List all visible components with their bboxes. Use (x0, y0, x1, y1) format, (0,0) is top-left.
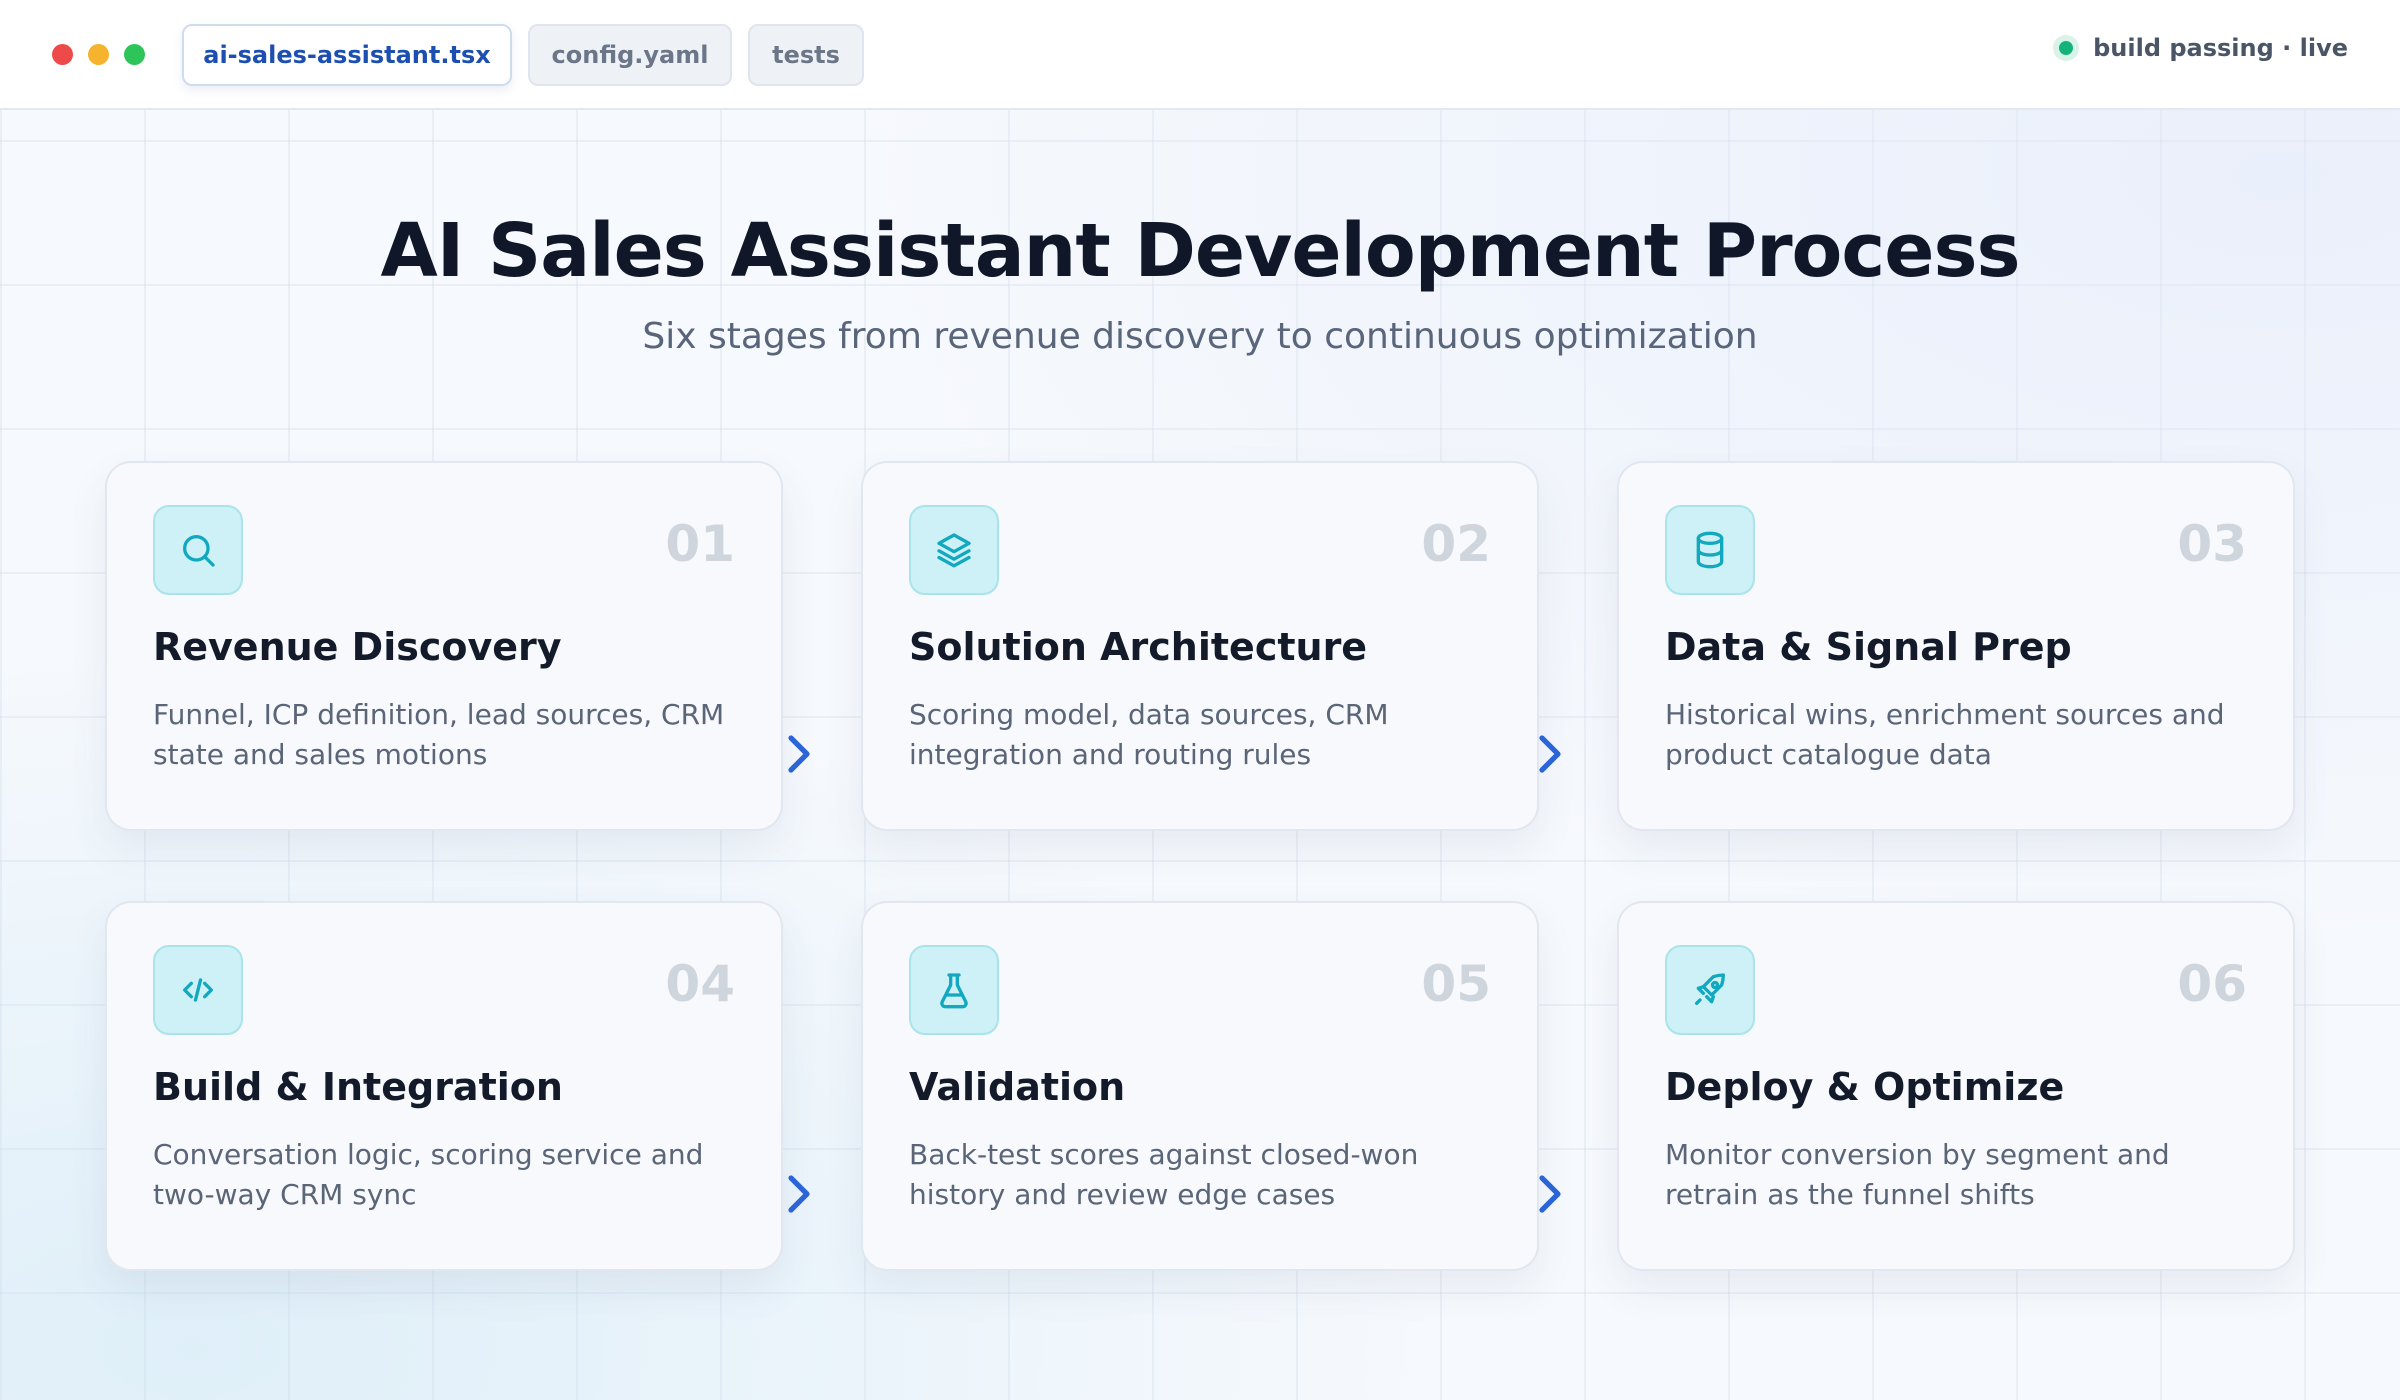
tab-config[interactable]: config.yaml (528, 24, 732, 86)
chevron-right-icon (1536, 1174, 1564, 1214)
stage-title: Validation (909, 1065, 1126, 1109)
minimize-window-button[interactable] (88, 44, 109, 65)
stage-description: Conversation logic, scoring service and … (153, 1138, 704, 1211)
code-icon (153, 945, 243, 1035)
tab-label: config.yaml (551, 41, 709, 69)
stage-title: Revenue Discovery (153, 625, 562, 669)
stage-description: Monitor conversion by segment and retrai… (1665, 1138, 2170, 1211)
stage-title: Data & Signal Prep (1665, 625, 2072, 669)
search-icon (153, 505, 243, 595)
maximize-window-button[interactable] (124, 44, 145, 65)
stage-number: 02 (1421, 515, 1491, 573)
diagram-canvas: AI Sales Assistant Development Process S… (0, 110, 2400, 1400)
stage-title: Deploy & Optimize (1665, 1065, 2065, 1109)
stage-number: 01 (665, 515, 735, 573)
stage-card-build-integration[interactable]: 04 Build & Integration Conversation logi… (105, 901, 783, 1271)
stage-card-deploy-optimize[interactable]: 06 Deploy & Optimize Monitor conversion … (1617, 901, 2295, 1271)
stage-card-validation[interactable]: 05 Validation Back-test scores against c… (861, 901, 1539, 1271)
rocket-icon (1665, 945, 1755, 1035)
tab-tests[interactable]: tests (748, 24, 864, 86)
database-icon (1665, 505, 1755, 595)
stage-description: Historical wins, enrichment sources and … (1665, 698, 2225, 771)
chevron-right-icon (785, 1174, 813, 1214)
status-text: build passing · live (2093, 34, 2348, 62)
page-subtitle: Six stages from revenue discovery to con… (642, 316, 1758, 357)
tab-label: ai-sales-assistant.tsx (203, 41, 491, 69)
build-status: build passing · live (2059, 34, 2348, 62)
stage-card-data-signal-prep[interactable]: 03 Data & Signal Prep Historical wins, e… (1617, 461, 2295, 831)
status-indicator-icon (2059, 41, 2074, 55)
flask-icon (909, 945, 999, 1035)
stage-title: Build & Integration (153, 1065, 563, 1109)
page-title: AI Sales Assistant Development Process (380, 208, 2020, 294)
chevron-right-icon (1536, 734, 1564, 774)
stage-description: Back-test scores against closed-won hist… (909, 1138, 1419, 1211)
stage-number: 03 (2177, 515, 2247, 573)
stage-card-solution-architecture[interactable]: 02 Solution Architecture Scoring model, … (861, 461, 1539, 831)
stage-description: Scoring model, data sources, CRM integra… (909, 698, 1389, 771)
tab-ai-sales-assistant[interactable]: ai-sales-assistant.tsx (182, 24, 512, 86)
layers-icon (909, 505, 999, 595)
close-window-button[interactable] (52, 44, 73, 65)
stage-number: 05 (1421, 955, 1491, 1013)
window-titlebar: ai-sales-assistant.tsx config.yaml tests… (0, 0, 2400, 110)
stage-description: Funnel, ICP definition, lead sources, CR… (153, 698, 725, 771)
chevron-right-icon (785, 734, 813, 774)
tab-label: tests (772, 41, 840, 69)
stage-number: 04 (665, 955, 735, 1013)
stage-title: Solution Architecture (909, 625, 1368, 669)
stage-number: 06 (2177, 955, 2247, 1013)
stage-card-revenue-discovery[interactable]: 01 Revenue Discovery Funnel, ICP definit… (105, 461, 783, 831)
